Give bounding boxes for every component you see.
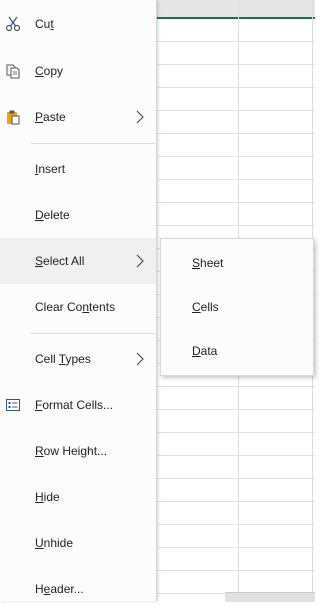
copy-icon [6, 64, 20, 79]
chevron-right-icon [136, 254, 144, 268]
menu-separator [31, 143, 155, 144]
menu-item-label: Delete [35, 208, 70, 222]
select-all-submenu: Sheet Cells Data [160, 238, 314, 376]
menu-item-header[interactable]: Header... [0, 569, 156, 609]
menu-item-copy[interactable]: Copy [0, 51, 156, 91]
menu-item-format-cells[interactable]: Format Cells... [0, 385, 156, 425]
menu-separator [31, 333, 155, 334]
menu-item-cut[interactable]: Cut [0, 4, 156, 44]
submenu-item-data[interactable]: Data [161, 331, 313, 371]
menu-item-hide[interactable]: Hide [0, 477, 156, 517]
submenu-item-label: Cells [192, 300, 219, 314]
menu-item-label: Clear Contents [35, 300, 116, 314]
menu-item-insert[interactable]: Insert [0, 149, 156, 189]
menu-item-select-all[interactable]: Select All [0, 238, 156, 284]
format-cells-icon [6, 399, 20, 411]
menu-item-cell-types[interactable]: Cell Types [0, 339, 156, 379]
submenu-item-sheet[interactable]: Sheet [161, 243, 313, 283]
menu-item-label: Unhide [35, 536, 74, 550]
selected-column-indicator [150, 17, 315, 19]
menu-item-label: Paste [35, 110, 66, 124]
menu-item-delete[interactable]: Delete [0, 195, 156, 235]
menu-item-label: Select All [35, 254, 85, 268]
menu-item-label: Row Height... [35, 444, 108, 458]
clipboard-icon [7, 110, 20, 125]
menu-item-label: Cell Types [35, 352, 91, 366]
submenu-item-label: Sheet [192, 256, 224, 270]
scissors-icon [5, 16, 21, 32]
menu-item-label: Insert [35, 162, 66, 176]
menu-item-label: Hide [35, 490, 60, 504]
context-menu: Cut Copy Paste Insert Delete Select All [0, 0, 157, 601]
menu-item-label: Header... [35, 582, 84, 596]
submenu-item-cells[interactable]: Cells [161, 287, 313, 327]
chevron-right-icon [136, 352, 144, 366]
menu-item-unhide[interactable]: Unhide [0, 523, 156, 563]
menu-item-paste[interactable]: Paste [0, 97, 156, 137]
menu-item-clear-contents[interactable]: Clear Contents [0, 287, 156, 327]
chevron-right-icon [136, 110, 144, 124]
submenu-item-label: Data [192, 344, 218, 358]
menu-item-label: Copy [35, 64, 64, 78]
menu-item-row-height[interactable]: Row Height... [0, 431, 156, 471]
menu-item-label: Format Cells... [35, 398, 114, 412]
menu-item-label: Cut [35, 17, 54, 31]
